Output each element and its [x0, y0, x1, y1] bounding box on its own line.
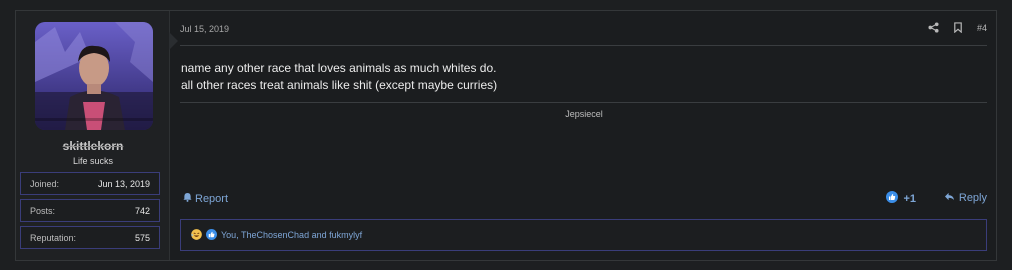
stat-label: Posts: [30, 205, 56, 216]
reply-arrow-icon [944, 192, 955, 204]
post-actions: #4 [928, 22, 987, 33]
stat-reputation: Reputation: 575 [20, 226, 160, 249]
stat-value: Jun 13, 2019 [97, 178, 150, 189]
forum-post: skittlekorn Life sucks Joined: Jun 13, 2… [15, 10, 997, 261]
like-icon [206, 228, 217, 242]
stat-value: 742 [134, 205, 150, 216]
post-message: name any other race that loves animals a… [181, 60, 497, 94]
signature: Jepsiecel [565, 109, 603, 119]
share-icon[interactable] [928, 22, 939, 33]
username[interactable]: skittlekorn [16, 139, 170, 153]
message-line: all other races treat animals like shit … [181, 78, 498, 92]
stat-label: Joined: [30, 178, 60, 189]
post-content: Jul 15, 2019 #4 name any other race that… [171, 11, 997, 260]
like-summary[interactable]: +1 [886, 191, 916, 206]
reactions-users[interactable]: You, TheChosenChad and fukmylyf [221, 230, 362, 240]
user-sidebar: skittlekorn Life sucks Joined: Jun 13, 2… [16, 11, 178, 260]
stat-label: Reputation: [30, 232, 77, 243]
report-link[interactable]: Report [183, 192, 228, 205]
report-label: Report [195, 192, 229, 205]
avatar[interactable] [35, 22, 153, 130]
post-date[interactable]: Jul 15, 2019 [180, 24, 229, 34]
signature-divider [180, 102, 987, 103]
laugh-emoji-icon [191, 228, 202, 242]
reply-button[interactable]: Reply [944, 192, 987, 204]
reactions-bar[interactable]: You, TheChosenChad and fukmylyf [180, 219, 987, 251]
message-line: name any other race that loves animals a… [181, 61, 497, 75]
bell-icon [183, 192, 192, 205]
divider [180, 45, 987, 46]
like-count-value: +1 [903, 192, 916, 205]
stat-joined: Joined: Jun 13, 2019 [20, 172, 160, 195]
stat-posts: Posts: 742 [20, 199, 160, 222]
reply-label: Reply [958, 192, 987, 204]
bookmark-icon[interactable] [953, 22, 963, 33]
stat-value: 575 [134, 232, 150, 243]
post-number[interactable]: #4 [977, 23, 987, 33]
like-icon [886, 191, 899, 206]
user-title: Life sucks [72, 156, 114, 166]
